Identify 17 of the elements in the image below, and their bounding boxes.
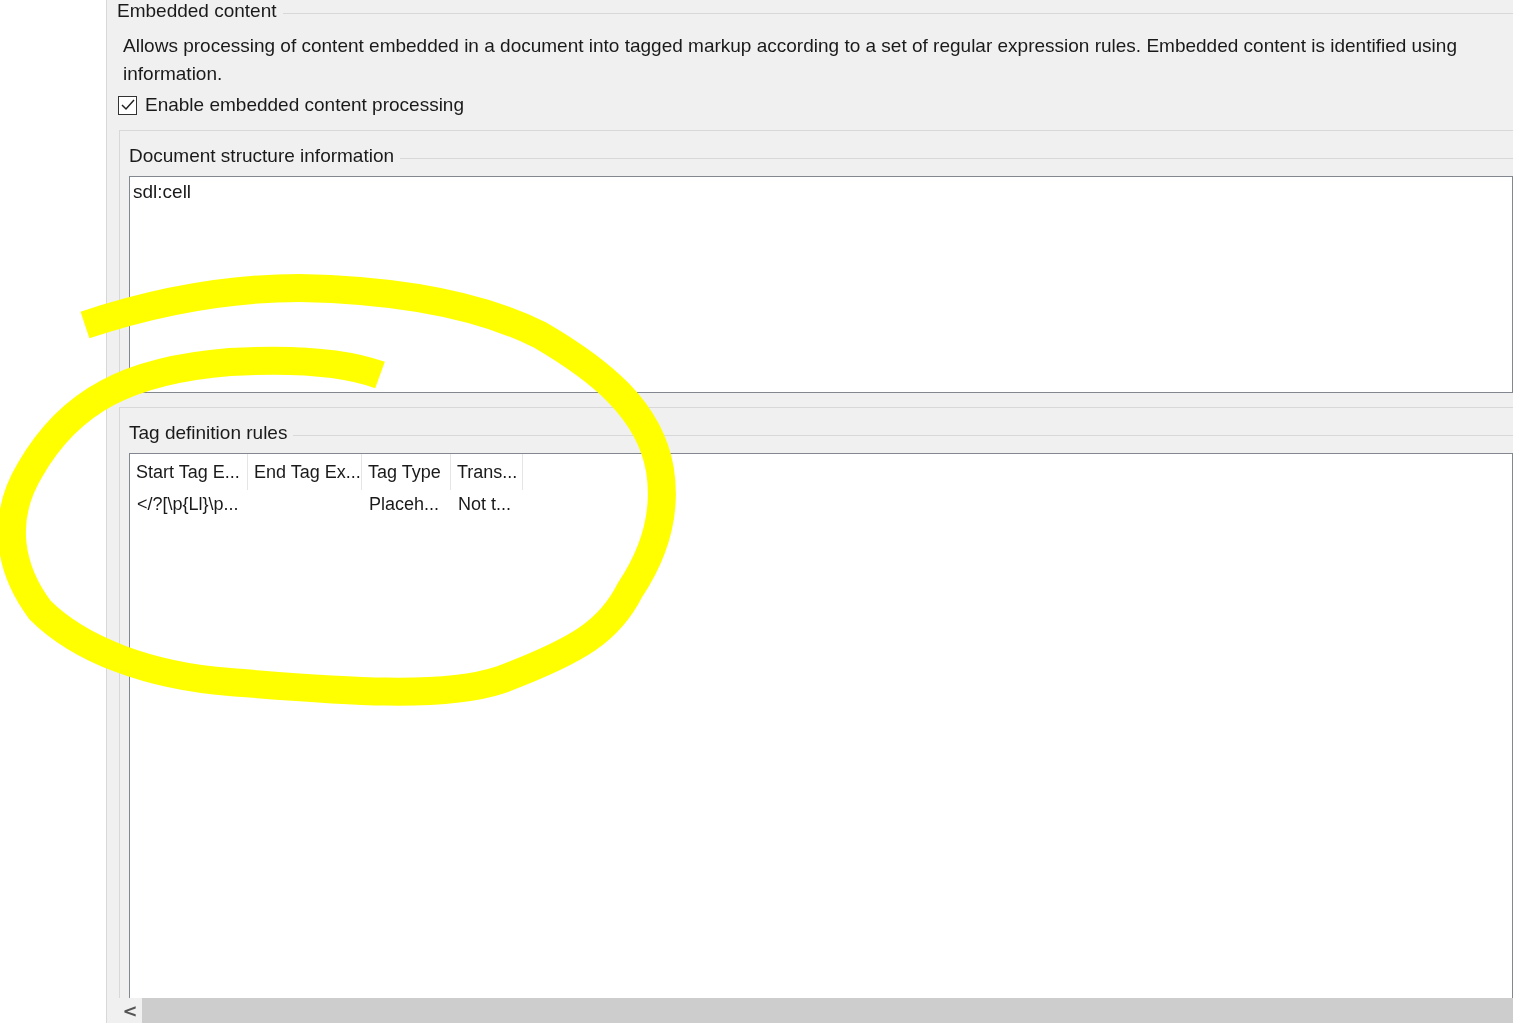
group-title: Embedded content	[117, 0, 277, 22]
rules-list[interactable]: Start Tag E... End Tag Ex... Tag Type Trans... </?[\p{Ll}\p... Placeh... Not t...	[129, 453, 1513, 998]
column-header[interactable]: Tag Type	[362, 454, 451, 490]
horizontal-scrollbar[interactable]: <	[118, 998, 1513, 1023]
checkbox[interactable]	[118, 95, 137, 115]
column-header[interactable]: Start Tag E...	[130, 454, 248, 490]
description-text: Allows processing of content embedded in a document into tagged markup according to a set of regular expression rules. Embedded content is identified using information.	[122, 34, 1458, 86]
scroll-left-button[interactable]: <	[118, 998, 142, 1023]
table-cell-text: Not t...	[457, 492, 512, 516]
table-cell-text: </?[\p{Ll}\p...	[136, 492, 240, 516]
column-header[interactable]: End Tag Ex...	[248, 454, 362, 490]
text-area[interactable]: sdl:cell	[129, 176, 1513, 393]
group-title: Document structure information	[129, 145, 395, 167]
column-header[interactable]: Trans...	[451, 454, 523, 490]
table-cell-text: Placeh...	[368, 492, 441, 516]
group-title: Tag definition rules	[129, 422, 288, 444]
checkbox-label[interactable]: Enable embedded content processing	[145, 94, 464, 116]
